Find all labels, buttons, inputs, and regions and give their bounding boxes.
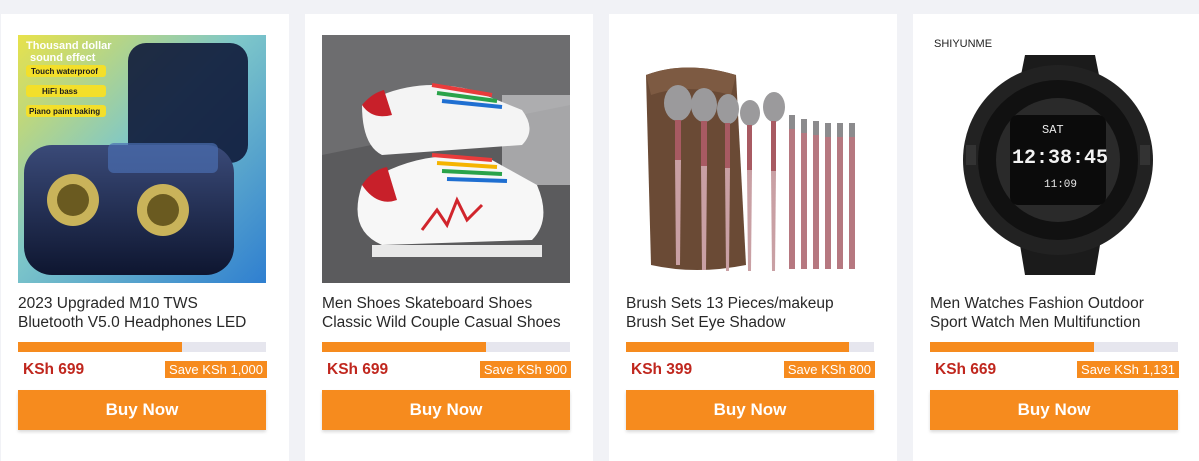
- stock-progress-bar: [322, 342, 570, 352]
- product-title[interactable]: Men Watches Fashion Outdoor Sport Watch …: [930, 295, 1182, 332]
- stock-progress-bar: [18, 342, 266, 352]
- stock-progress-bar: [930, 342, 1178, 352]
- watch-time-text: 12:38:45: [1012, 147, 1108, 170]
- product-card[interactable]: Brush Sets 13 Pieces/makeup Brush Set Ey…: [609, 14, 897, 461]
- buy-now-button[interactable]: Buy Now: [626, 390, 874, 430]
- watch-day-text: SAT: [1042, 123, 1064, 137]
- product-price: KSh 399: [631, 361, 693, 378]
- product-card[interactable]: Men Shoes Skateboard Shoes Classic Wild …: [305, 14, 593, 461]
- image-badge-1: Touch waterproof: [31, 67, 98, 76]
- product-image-earbuds[interactable]: Thousand dollar sound effect Touch water…: [18, 35, 266, 283]
- stock-progress-fill: [930, 342, 1094, 352]
- savings-badge: Save KSh 900: [479, 361, 571, 378]
- savings-badge: Save KSh 1,000: [165, 361, 267, 378]
- product-card[interactable]: SHIYUNME SAT 12:38:45 11:09 Men Watches …: [913, 14, 1199, 461]
- savings-badge: Save KSh 1,131: [1077, 361, 1179, 378]
- watch-sub-text: 11:09: [1044, 179, 1077, 191]
- savings-badge: Save KSh 800: [783, 361, 875, 378]
- product-price: KSh 699: [327, 361, 389, 378]
- image-headline-1: Thousand dollar: [26, 40, 112, 52]
- product-image-watch[interactable]: SHIYUNME SAT 12:38:45 11:09: [930, 35, 1178, 283]
- product-title[interactable]: 2023 Upgraded M10 TWS Bluetooth V5.0 Hea…: [18, 295, 270, 332]
- buy-now-button[interactable]: Buy Now: [930, 390, 1178, 430]
- image-headline-2: sound effect: [30, 52, 96, 64]
- stock-progress-fill: [322, 342, 486, 352]
- image-badge-2: HiFi bass: [42, 87, 78, 96]
- deals-row: Thousand dollar sound effect Touch water…: [0, 0, 1199, 461]
- product-price: KSh 669: [935, 361, 997, 378]
- product-price: KSh 699: [23, 361, 85, 378]
- image-brand-text: SHIYUNME: [934, 38, 992, 50]
- product-title[interactable]: Men Shoes Skateboard Shoes Classic Wild …: [322, 295, 574, 332]
- buy-now-button[interactable]: Buy Now: [322, 390, 570, 430]
- stock-progress-fill: [626, 342, 850, 352]
- product-title[interactable]: Brush Sets 13 Pieces/makeup Brush Set Ey…: [626, 295, 878, 332]
- product-card[interactable]: Thousand dollar sound effect Touch water…: [1, 14, 289, 461]
- stock-progress-fill: [18, 342, 182, 352]
- image-badge-3: Piano paint baking: [29, 107, 100, 116]
- buy-now-button[interactable]: Buy Now: [18, 390, 266, 430]
- product-image-shoes[interactable]: [322, 35, 570, 283]
- stock-progress-bar: [626, 342, 874, 352]
- product-image-brushes[interactable]: [626, 35, 874, 283]
